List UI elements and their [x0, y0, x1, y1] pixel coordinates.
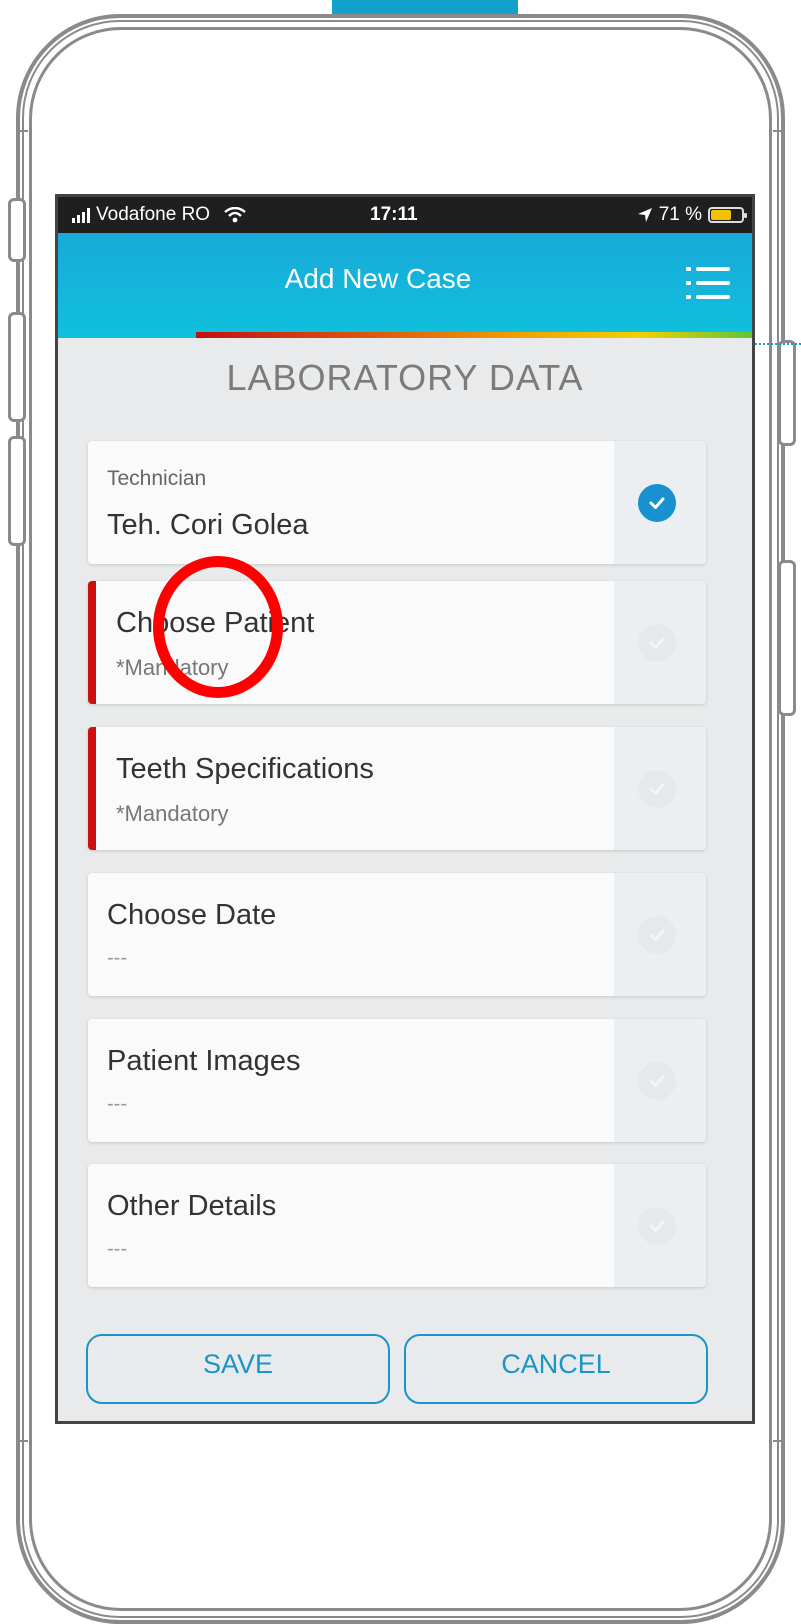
- cancel-button[interactable]: CANCEL: [404, 1334, 708, 1404]
- carrier-label: Vodafone RO: [96, 204, 211, 225]
- section-title: LABORATORY DATA: [226, 357, 584, 398]
- annotation-circle: [153, 556, 283, 698]
- card-value: *Mandatory: [116, 801, 229, 826]
- check-circle-icon: [638, 1062, 676, 1100]
- progress-gradient-bar: [196, 332, 752, 338]
- mandatory-stripe: [88, 581, 96, 704]
- signal-icon: [72, 207, 90, 223]
- side-button-power: [778, 340, 796, 446]
- status-bar: Vodafone RO 17:11 71 %: [58, 197, 752, 233]
- card-choose-date[interactable]: Choose Date ---: [88, 873, 706, 996]
- card-status-area: [614, 581, 706, 704]
- frame-mark: [773, 1440, 785, 1442]
- status-left: Vodafone RO: [72, 204, 246, 226]
- card-value: Teh. Cori Golea: [107, 509, 309, 541]
- side-button-volume-up: [8, 312, 26, 422]
- app-bar: Add New Case: [58, 233, 752, 338]
- check-circle-icon: [638, 484, 676, 522]
- side-button-mute: [8, 198, 26, 262]
- side-button-volume-down: [8, 436, 26, 546]
- card-label: Other Details: [107, 1190, 277, 1222]
- card-label: Technician: [107, 467, 207, 490]
- card-status-area: [614, 1164, 706, 1287]
- card-value: ---: [107, 947, 127, 969]
- check-circle-icon: [638, 1207, 676, 1245]
- card-other-details[interactable]: Other Details ---: [88, 1164, 706, 1287]
- card-status-area: [614, 1019, 706, 1142]
- frame-mark: [16, 130, 28, 132]
- card-patient-images[interactable]: Patient Images ---: [88, 1019, 706, 1142]
- card-teeth-specifications[interactable]: Teeth Specifications *Mandatory: [88, 727, 706, 850]
- top-tab: [332, 0, 518, 14]
- card-technician[interactable]: Technician Teh. Cori Golea: [88, 441, 706, 564]
- card-status-area: [614, 441, 706, 564]
- app-screen: Vodafone RO 17:11 71 % Add New Case LABO…: [55, 194, 755, 1424]
- mandatory-stripe: [88, 727, 96, 850]
- save-button[interactable]: SAVE: [86, 1334, 390, 1404]
- wifi-icon: [224, 207, 246, 223]
- card-value: ---: [107, 1238, 127, 1260]
- list-menu-icon[interactable]: [686, 265, 730, 301]
- location-arrow-icon: [637, 208, 652, 222]
- card-label: Teeth Specifications: [116, 753, 374, 785]
- card-status-area: [614, 727, 706, 850]
- card-value: ---: [107, 1093, 127, 1115]
- check-circle-icon: [638, 770, 676, 808]
- card-status-area: [614, 873, 706, 996]
- page-title: Add New Case: [284, 263, 472, 294]
- side-button-extra: [778, 560, 796, 716]
- check-circle-icon: [638, 916, 676, 954]
- card-label: Choose Date: [107, 899, 277, 931]
- check-circle-icon: [638, 624, 676, 662]
- card-label: Patient Images: [107, 1045, 301, 1077]
- callout-dotted-line: [752, 343, 801, 345]
- battery-percent: 71 %: [658, 204, 702, 225]
- battery-icon: [708, 207, 747, 223]
- frame-mark: [16, 1440, 28, 1442]
- frame-mark: [773, 130, 785, 132]
- status-right: 71 %: [637, 204, 747, 226]
- clock: 17:11: [370, 204, 418, 225]
